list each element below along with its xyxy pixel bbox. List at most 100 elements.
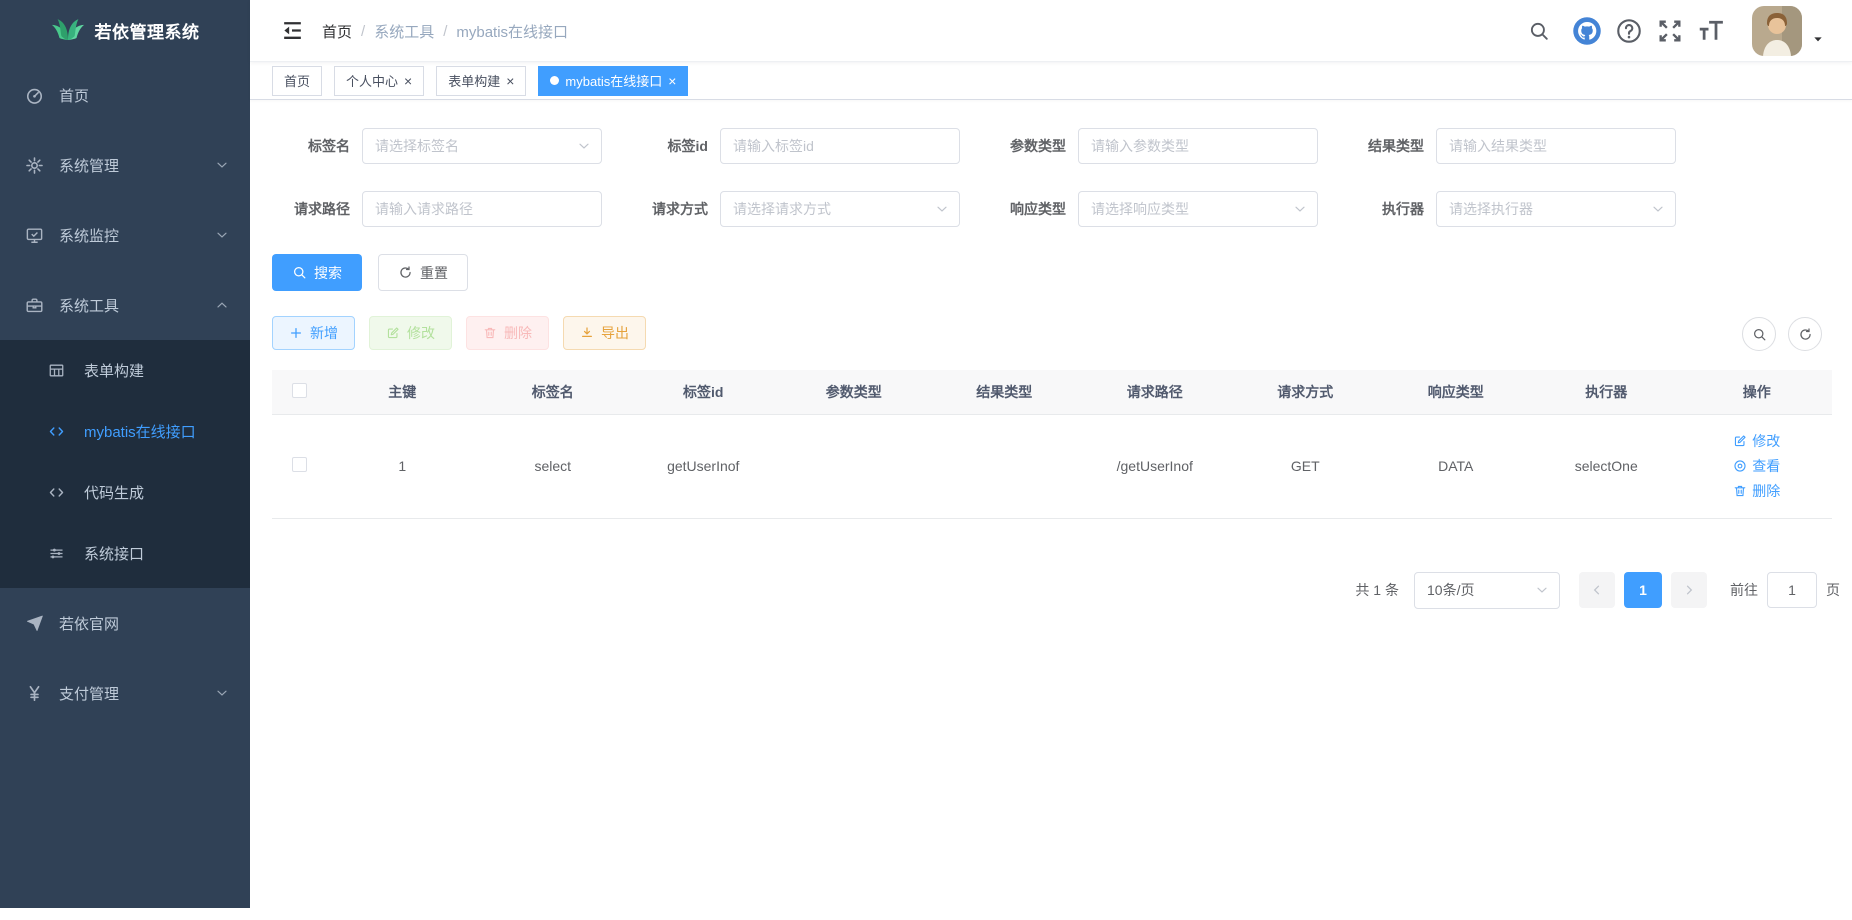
refresh-table-button[interactable]	[1788, 317, 1822, 351]
chevron-down-icon	[1292, 201, 1308, 217]
param-type-input[interactable]	[1078, 128, 1318, 164]
search-icon[interactable]	[1528, 20, 1550, 42]
col-header-key: 主键	[327, 370, 478, 414]
close-icon[interactable]	[668, 74, 676, 88]
row-checkbox[interactable]	[292, 457, 307, 472]
cell-executor: selectOne	[1531, 414, 1682, 518]
search-button[interactable]: 搜索	[272, 254, 362, 291]
show-search-button[interactable]	[1742, 317, 1776, 351]
toolbox-icon	[25, 296, 44, 315]
table-header-row: 主键 标签名 标签id 参数类型 结果类型 请求路径 请求方式 响应类型 执行器…	[272, 370, 1832, 414]
edit-button[interactable]: 修改	[369, 316, 452, 350]
col-header-request-path: 请求路径	[1080, 370, 1231, 414]
select-all-checkbox[interactable]	[292, 383, 307, 398]
sidebar-item-system-monitor[interactable]: 系统监控	[0, 200, 250, 270]
paper-plane-icon	[25, 614, 44, 633]
avatar[interactable]	[1752, 6, 1802, 56]
tab-profile[interactable]: 个人中心	[334, 66, 424, 96]
next-page-button[interactable]	[1671, 572, 1707, 608]
add-button[interactable]: 新增	[272, 316, 355, 350]
search-button-label: 搜索	[314, 263, 342, 283]
page-size-select[interactable]: 10条/页	[1414, 572, 1560, 609]
filter-request-method: 请求方式 请选择请求方式	[630, 191, 960, 227]
tab-form-builder[interactable]: 表单构建	[436, 66, 526, 96]
fullscreen-icon[interactable]	[1656, 17, 1684, 45]
chevron-down-icon	[214, 685, 230, 701]
sliders-icon	[48, 545, 65, 562]
breadcrumb-home[interactable]: 首页	[322, 21, 352, 42]
filter-tag-id: 标签id	[630, 128, 960, 164]
result-type-input[interactable]	[1436, 128, 1676, 164]
trash-icon	[483, 326, 497, 340]
row-delete-label: 删除	[1752, 481, 1780, 501]
sidebar-item-code-gen[interactable]: 代码生成	[0, 462, 250, 523]
sidebar-item-label: 系统工具	[59, 295, 119, 316]
select-placeholder: 请选择请求方式	[733, 199, 831, 219]
filter-label: 请求方式	[630, 199, 720, 219]
current-page-button[interactable]: 1	[1624, 572, 1662, 608]
row-edit-link[interactable]: 修改	[1733, 431, 1780, 451]
sidebar-item-payment-manage[interactable]: 支付管理	[0, 658, 250, 728]
sidebar-item-official-site[interactable]: 若依官网	[0, 588, 250, 658]
data-table: 主键 标签名 标签id 参数类型 结果类型 请求路径 请求方式 响应类型 执行器…	[272, 370, 1832, 519]
row-view-link[interactable]: 查看	[1733, 456, 1780, 476]
github-icon[interactable]	[1572, 16, 1602, 46]
prev-page-button[interactable]	[1579, 572, 1615, 608]
active-dot-icon	[550, 76, 559, 85]
col-header-actions: 操作	[1682, 370, 1833, 414]
tab-home[interactable]: 首页	[272, 66, 322, 96]
sidebar-item-mybatis-online-api[interactable]: mybatis在线接口	[0, 401, 250, 462]
reset-button[interactable]: 重置	[378, 254, 468, 291]
tab-label: 首页	[284, 71, 310, 90]
table-row[interactable]: 1 select getUserInof /getUserInof GET DA…	[272, 414, 1832, 518]
executor-select[interactable]: 请选择执行器	[1436, 191, 1676, 227]
breadcrumb: 首页 / 系统工具 / mybatis在线接口	[322, 0, 568, 62]
filter-label: 标签名	[272, 136, 362, 156]
close-icon[interactable]	[404, 74, 412, 88]
edit-icon	[386, 326, 400, 340]
filter-executor: 执行器 请选择执行器	[1346, 191, 1676, 227]
chevron-up-icon	[214, 297, 230, 313]
sidebar-item-system-tools[interactable]: 系统工具	[0, 270, 250, 340]
table-tools	[1742, 317, 1822, 351]
sidebar-item-home[interactable]: 首页	[0, 60, 250, 130]
sidebar-item-label: mybatis在线接口	[84, 421, 196, 442]
chevron-down-icon	[934, 201, 950, 217]
sidebar-collapse-icon[interactable]	[280, 18, 305, 43]
sidebar-item-form-builder[interactable]: 表单构建	[0, 340, 250, 401]
help-icon[interactable]	[1615, 17, 1643, 45]
font-size-icon[interactable]	[1696, 16, 1726, 46]
close-icon[interactable]	[506, 74, 514, 88]
tag-id-input[interactable]	[720, 128, 960, 164]
trash-icon	[1733, 484, 1747, 498]
caret-down-icon[interactable]	[1810, 31, 1826, 47]
tab-mybatis-online-api[interactable]: mybatis在线接口	[538, 66, 688, 96]
export-button[interactable]: 导出	[563, 316, 646, 350]
chevron-down-icon	[214, 157, 230, 173]
col-header-param-type: 参数类型	[779, 370, 930, 414]
reset-button-label: 重置	[420, 263, 448, 283]
tag-name-select[interactable]: 请选择标签名	[362, 128, 602, 164]
grid-icon	[48, 362, 65, 379]
row-delete-link[interactable]: 删除	[1733, 481, 1780, 501]
tags-view-bar: 首页 个人中心 表单构建 mybatis在线接口	[250, 62, 1852, 100]
request-path-input[interactable]	[362, 191, 602, 227]
select-placeholder: 请选择执行器	[1449, 199, 1533, 219]
breadcrumb-separator: /	[361, 23, 365, 40]
response-type-select[interactable]: 请选择响应类型	[1078, 191, 1318, 227]
delete-button[interactable]: 删除	[466, 316, 549, 350]
select-placeholder: 请选择响应类型	[1091, 199, 1189, 219]
goto-page-input[interactable]	[1767, 572, 1817, 608]
sidebar-item-system-api[interactable]: 系统接口	[0, 523, 250, 584]
filter-label: 执行器	[1346, 199, 1436, 219]
chevron-down-icon	[1534, 582, 1550, 598]
sidebar-item-system-manage[interactable]: 系统管理	[0, 130, 250, 200]
app-logo[interactable]: 若依管理系统	[0, 0, 250, 60]
leaf-logo-icon	[51, 19, 85, 42]
cell-param-type	[779, 414, 930, 518]
request-method-select[interactable]: 请选择请求方式	[720, 191, 960, 227]
code-icon	[48, 484, 65, 501]
sidebar-item-label: 系统管理	[59, 155, 119, 176]
chevron-right-icon	[1682, 583, 1696, 597]
cell-result-type	[929, 414, 1080, 518]
